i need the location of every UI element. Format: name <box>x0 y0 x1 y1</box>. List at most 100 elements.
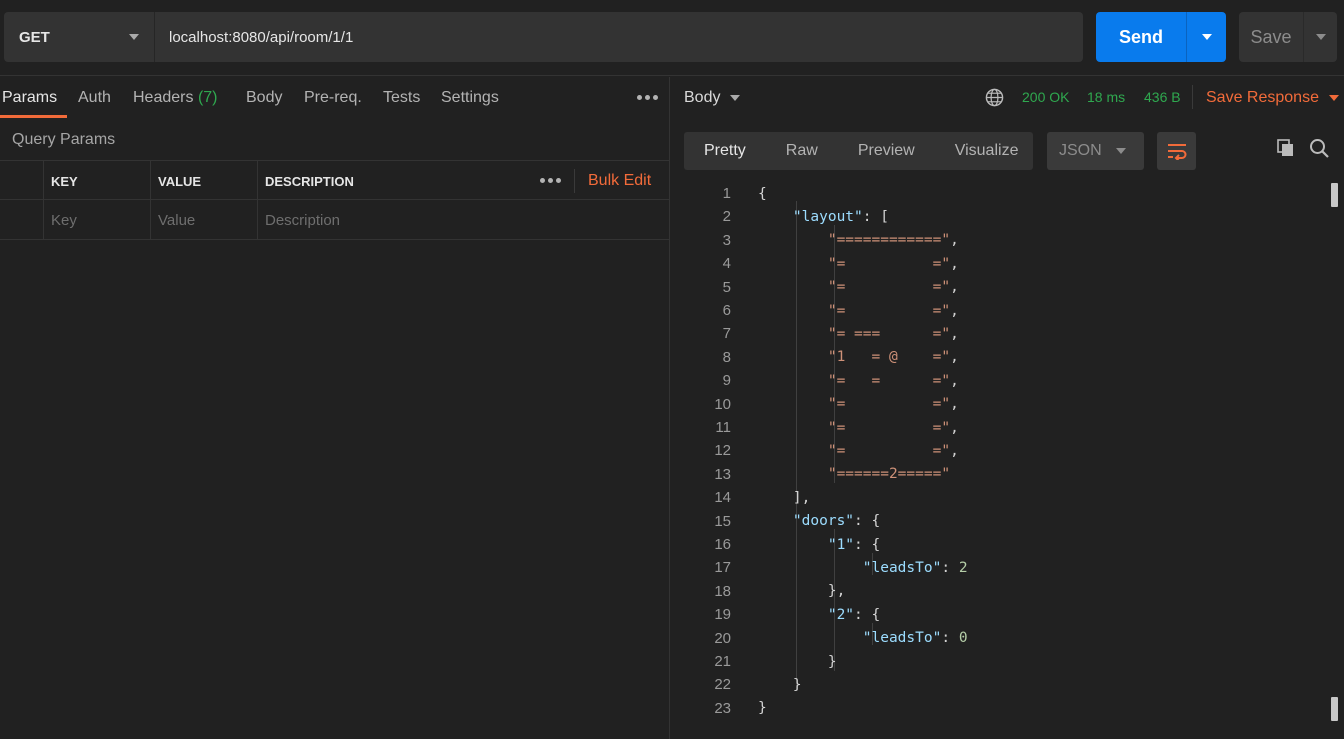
status-code[interactable]: 200 OK <box>1022 89 1069 105</box>
code-line: 21 } <box>671 650 1331 673</box>
line-number: 3 <box>722 231 731 249</box>
line-number: 22 <box>714 676 731 694</box>
save-button[interactable]: Save <box>1239 12 1337 62</box>
table-row: Key Value Description <box>0 200 670 240</box>
chevron-down-icon <box>1328 95 1339 101</box>
code-text: "1": { <box>827 536 881 553</box>
line-number: 21 <box>714 653 731 670</box>
code-line: 17 "leadsTo": 2 <box>671 556 1331 579</box>
line-number: 13 <box>714 465 731 483</box>
tab-params[interactable]: Params <box>2 89 57 107</box>
method-select[interactable]: GET <box>4 12 155 62</box>
line-number: 5 <box>722 278 731 296</box>
tab-body[interactable]: Body <box>246 89 282 107</box>
line-number: 15 <box>714 512 731 530</box>
response-pane: Body 200 OK 18 ms 436 B Save Response Pr… <box>671 77 1344 739</box>
line-number: 6 <box>722 302 731 319</box>
response-body-dropdown[interactable]: Body <box>684 89 741 107</box>
line-number: 9 <box>722 372 731 390</box>
scrollbar-thumb[interactable] <box>1331 183 1338 207</box>
tab-preview[interactable]: Preview <box>838 132 935 170</box>
headers-count: (7) <box>197 89 218 106</box>
code-line: 13 "======2=====" <box>671 463 1331 486</box>
active-tab-indicator <box>0 115 67 118</box>
code-text: "2": { <box>827 606 881 623</box>
line-number: 17 <box>714 559 731 577</box>
code-line: 15 "doors": { <box>671 510 1331 533</box>
value-input[interactable]: Value <box>150 200 257 240</box>
code-text: "layout": [ <box>792 208 889 225</box>
response-view-tabs: Pretty Raw Preview Visualize <box>684 132 1033 170</box>
code-line: 16 "1": { <box>671 533 1331 556</box>
code-line: 9 "= = =", <box>671 369 1331 392</box>
line-number: 19 <box>714 606 731 624</box>
line-number: 18 <box>714 582 731 600</box>
line-number: 10 <box>714 395 731 413</box>
code-line: 11 "= =", <box>671 416 1331 439</box>
line-number: 4 <box>722 255 731 273</box>
globe-icon[interactable] <box>985 88 1004 107</box>
table-header-row: KEY VALUE DESCRIPTION Bulk Edit <box>0 160 670 201</box>
tab-settings[interactable]: Settings <box>441 89 499 107</box>
response-body-editor[interactable]: 1{2 "layout": [3 "============", 4 "= =",… <box>671 181 1344 739</box>
line-number: 20 <box>714 629 731 647</box>
code-text: "= = =", <box>827 372 959 389</box>
send-label: Send <box>1118 26 1163 47</box>
save-response-button[interactable]: Save Response <box>1206 89 1339 107</box>
format-select[interactable]: JSON <box>1047 132 1144 170</box>
code-text: } <box>758 653 837 670</box>
key-input[interactable]: Key <box>43 200 150 240</box>
code-text: "= =", <box>827 302 959 319</box>
tab-raw[interactable]: Raw <box>766 132 838 170</box>
query-params-title: Query Params <box>12 131 116 148</box>
description-input[interactable]: Description <box>257 200 670 240</box>
code-text: }, <box>758 583 846 600</box>
wrap-lines-button[interactable] <box>1157 132 1196 170</box>
tab-auth[interactable]: Auth <box>78 89 111 107</box>
column-value: VALUE <box>150 161 257 201</box>
tab-headers[interactable]: Headers (7) <box>133 89 218 107</box>
response-size[interactable]: 436 B <box>1144 89 1181 105</box>
url-input[interactable]: localhost:8080/api/room/1/1 <box>154 12 1083 62</box>
tab-tests[interactable]: Tests <box>383 89 420 107</box>
code-text: "============", <box>827 232 959 249</box>
tab-visualize[interactable]: Visualize <box>935 132 1039 170</box>
request-bar: GET localhost:8080/api/room/1/1 Send Sav… <box>0 0 1344 76</box>
send-button[interactable]: Send <box>1096 12 1226 62</box>
code-line: 1{ <box>671 182 1331 205</box>
code-text: "= =", <box>827 255 959 272</box>
code-line: 18 }, <box>671 580 1331 603</box>
code-line: 22 } <box>671 673 1331 696</box>
chevron-down-icon <box>129 34 139 40</box>
more-horizontal-icon[interactable] <box>540 178 561 183</box>
response-time[interactable]: 18 ms <box>1087 89 1125 105</box>
code-text: "leadsTo": 0 <box>862 630 968 647</box>
code-text: "doors": { <box>792 513 881 530</box>
code-line: 20 "leadsTo": 0 <box>671 627 1331 650</box>
divider <box>1192 85 1193 109</box>
code-text: "1 = @ =", <box>827 349 959 366</box>
code-text: } <box>758 676 802 693</box>
scrollbar-thumb[interactable] <box>1331 697 1338 721</box>
copy-icon[interactable] <box>1276 138 1296 158</box>
more-horizontal-icon[interactable] <box>637 95 658 100</box>
line-number: 23 <box>714 699 731 717</box>
tab-prereq[interactable]: Pre-req. <box>304 89 362 107</box>
tab-pretty[interactable]: Pretty <box>684 132 766 170</box>
code-line: 23} <box>671 697 1331 720</box>
code-line: 19 "2": { <box>671 603 1331 626</box>
request-pane: Params Auth Headers (7) Body Pre-req. Te… <box>0 77 670 739</box>
chevron-down-icon <box>1315 34 1326 40</box>
bulk-edit-link[interactable]: Bulk Edit <box>588 172 651 190</box>
code-text: ], <box>758 489 811 506</box>
tab-headers-label: Headers <box>133 89 194 106</box>
column-key: KEY <box>43 161 150 201</box>
code-line: 4 "= =", <box>671 252 1331 275</box>
code-text: "= =", <box>827 279 959 296</box>
search-icon[interactable] <box>1309 138 1330 159</box>
save-options-button[interactable] <box>1304 34 1337 40</box>
send-options-button[interactable] <box>1187 12 1226 62</box>
line-number: 16 <box>714 536 731 553</box>
method-label: GET <box>19 28 50 46</box>
code-text: "leadsTo": 2 <box>862 559 968 576</box>
